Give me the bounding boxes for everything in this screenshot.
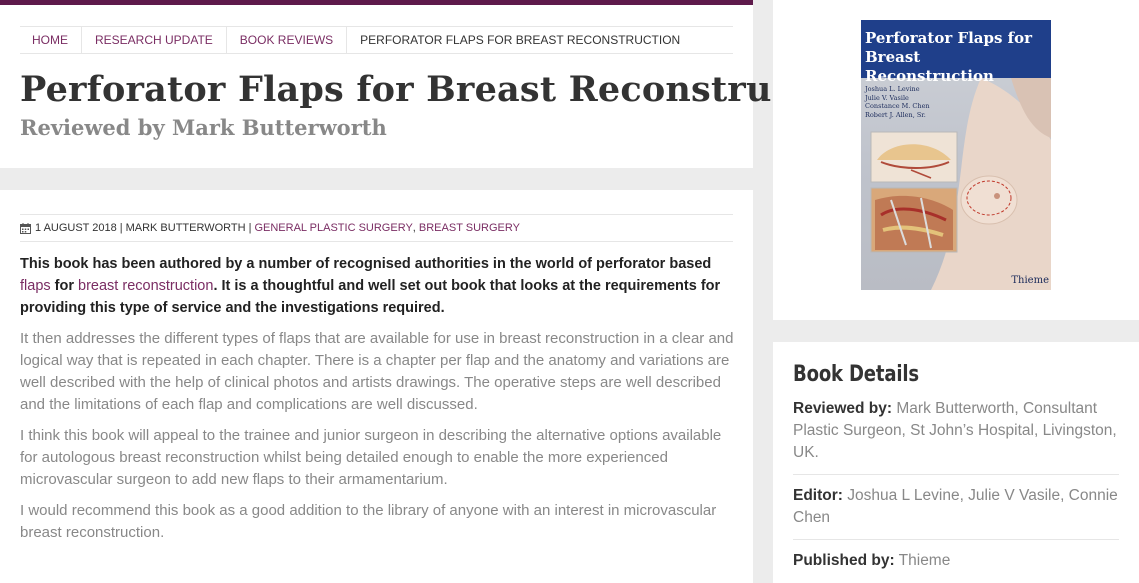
cover-author: Constance M. Chen bbox=[865, 102, 930, 110]
article-panel: 1 AUGUST 2018 | MARK BUTTERWORTH | GENER… bbox=[0, 190, 753, 583]
cover-authors: Joshua L. Levine Julie V. Vasile Constan… bbox=[865, 85, 930, 119]
lead-text: for bbox=[50, 278, 79, 294]
cover-panel: Perforator Flaps for Breast Reconstructi… bbox=[773, 0, 1139, 320]
breadcrumb-current: PERFORATOR FLAPS FOR BREAST RECONSTRUCTI… bbox=[360, 33, 681, 47]
breadcrumb-home[interactable]: HOME bbox=[20, 27, 82, 53]
lead-text: This book has been authored by a number … bbox=[20, 256, 712, 272]
detail-label: Editor: bbox=[793, 487, 843, 504]
post-meta: 1 AUGUST 2018 | MARK BUTTERWORTH | GENER… bbox=[20, 214, 733, 242]
post-author: MARK BUTTERWORTH bbox=[125, 222, 246, 234]
detail-label: Published by: bbox=[793, 552, 895, 569]
cover-author: Joshua L. Levine bbox=[865, 85, 920, 93]
book-details-heading: Book Details bbox=[793, 362, 919, 387]
header-panel: HOME RESEARCH UPDATE BOOK REVIEWS PERFOR… bbox=[0, 0, 872, 168]
detail-label: Reviewed by: bbox=[793, 400, 893, 417]
detail-published-by: Published by: Thieme bbox=[793, 550, 1119, 582]
calendar-icon bbox=[20, 222, 31, 234]
article-body: This book has been authored by a number … bbox=[20, 253, 735, 544]
post-date: 1 AUGUST 2018 bbox=[35, 222, 117, 234]
cover-publisher-logo: Thieme bbox=[1011, 275, 1049, 286]
meta-separator: | bbox=[248, 222, 252, 234]
breadcrumb-research-update[interactable]: RESEARCH UPDATE bbox=[82, 27, 227, 53]
detail-reviewed-by: Reviewed by: Mark Butterworth, Consultan… bbox=[793, 398, 1119, 475]
book-details-list: Reviewed by: Mark Butterworth, Consultan… bbox=[793, 398, 1119, 583]
breadcrumb: HOME RESEARCH UPDATE BOOK REVIEWS PERFOR… bbox=[20, 26, 733, 54]
meta-separator: | bbox=[119, 222, 123, 234]
link-flaps[interactable]: flaps bbox=[20, 278, 51, 294]
breadcrumb-book-reviews[interactable]: BOOK REVIEWS bbox=[227, 27, 348, 53]
link-breast-reconstruction[interactable]: breast reconstruction bbox=[78, 278, 213, 294]
lead-paragraph: This book has been authored by a number … bbox=[20, 253, 735, 319]
cover-title: Perforator Flaps for Breast Reconstructi… bbox=[865, 29, 1033, 85]
body-paragraph: I think this book will appeal to the tra… bbox=[20, 427, 722, 488]
body-paragraph: It then addresses the different types of… bbox=[20, 330, 734, 413]
body-paragraph: I would recommend this book as a good ad… bbox=[20, 502, 717, 541]
page-title: Perforator Flaps for Breast Reconstructi… bbox=[20, 69, 873, 110]
book-cover-image[interactable]: Perforator Flaps for Breast Reconstructi… bbox=[861, 20, 1051, 290]
category-general-plastic-surgery[interactable]: GENERAL PLASTIC SURGERY bbox=[254, 222, 412, 234]
book-details-panel: Book Details Reviewed by: Mark Butterwor… bbox=[773, 342, 1139, 583]
detail-value: Thieme bbox=[898, 552, 951, 569]
cover-author: Robert J. Allen, Sr. bbox=[865, 110, 926, 119]
category-breast-surgery[interactable]: BREAST SURGERY bbox=[419, 222, 520, 234]
page-subtitle: Reviewed by Mark Butterworth bbox=[20, 115, 387, 140]
cover-author: Julie V. Vasile bbox=[865, 93, 909, 102]
detail-editor: Editor: Joshua L Levine, Julie V Vasile,… bbox=[793, 485, 1119, 540]
